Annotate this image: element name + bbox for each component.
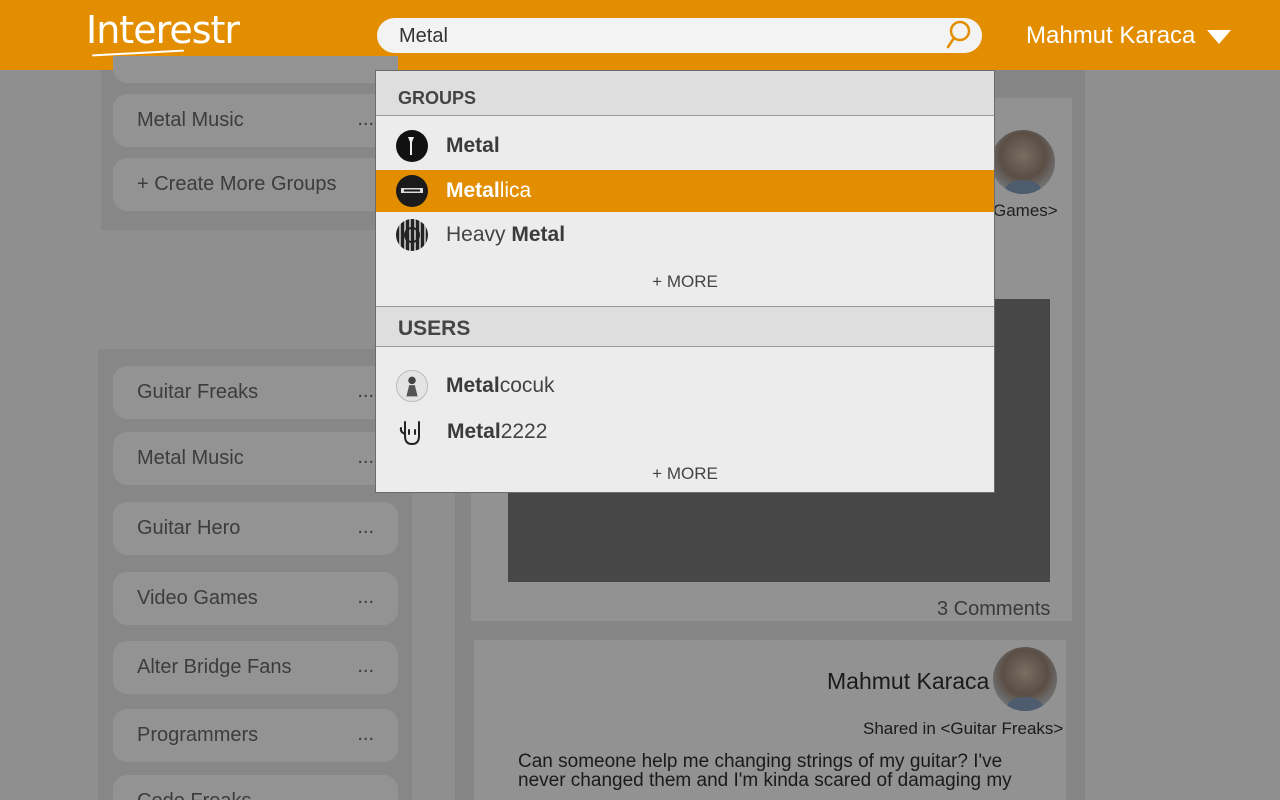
group-item-cut-top[interactable] [113,56,398,83]
group-item[interactable]: Video Games ... [113,572,398,625]
result-label: Metal2222 [447,420,548,443]
result-user-metalcocuk[interactable]: Metalcocuk [376,365,994,407]
group-options-icon[interactable]: ... [357,108,374,131]
group-item[interactable]: Guitar Freaks ... [113,366,398,419]
result-group-heavy-metal[interactable]: Heavy Metal [376,214,994,256]
group-options-icon[interactable]: ... [357,655,374,678]
group-item[interactable]: Programmers ... [113,709,398,762]
metallica-logo-icon [396,175,428,207]
groups-more-link[interactable]: + MORE [376,272,994,292]
create-groups-button[interactable]: + Create More Groups [113,158,398,211]
groups-section-header: GROUPS [376,71,994,116]
group-item-label: Metal Music [137,447,244,469]
result-user-metal2222[interactable]: Metal2222 [376,411,994,453]
group-item-metal-music[interactable]: Metal Music ... [113,94,398,147]
result-label: Metallica [446,179,532,202]
app-logo[interactable]: Interestr [86,8,240,52]
metal-group-icon [396,130,428,162]
metalcocuk-avatar-icon [396,370,428,402]
result-group-metal[interactable]: Metal [376,125,994,167]
group-item-label: Guitar Hero [137,517,241,539]
heavy-metal-icon [396,219,428,251]
user-menu-caret-icon[interactable] [1207,30,1231,44]
group-item[interactable]: Alter Bridge Fans ... [113,641,398,694]
users-more-link[interactable]: + MORE [376,464,994,484]
users-heading: USERS [398,317,471,340]
search-box[interactable] [377,18,982,53]
create-groups-label: + Create More Groups [137,173,337,195]
groups-heading: GROUPS [398,88,477,108]
shared-in-link[interactable]: Shared in <Guitar Freaks> [863,719,1063,739]
avatar[interactable] [991,130,1055,194]
group-options-icon[interactable]: ... [357,516,374,539]
group-item-label: Code Freaks [137,790,252,800]
rock-hand-icon [399,421,420,445]
user-name[interactable]: Mahmut Karaca [1026,22,1195,50]
post-author[interactable]: Mahmut Karaca [827,668,989,695]
group-item[interactable]: Code Freaks [113,775,398,800]
group-item-label: Video Games [137,587,258,609]
group-item-label: Alter Bridge Fans [137,656,292,678]
shared-in-link[interactable]: Games> [993,201,1058,221]
result-label: Metal [446,134,500,157]
group-options-icon[interactable]: ... [357,586,374,609]
group-options-icon[interactable]: ... [357,723,374,746]
search-input[interactable] [399,23,939,49]
post-text: Can someone help me changing strings of … [518,751,1012,791]
group-item-label: Metal Music [137,109,244,131]
group-item[interactable]: Metal Music ... [113,432,398,485]
group-item-label: Programmers [137,724,259,746]
search-results-dropdown: GROUPS Metal Metallica Heavy Metal + MOR… [375,70,995,493]
search-icon[interactable] [946,20,972,50]
avatar[interactable] [993,647,1057,711]
result-label: Heavy Metal [446,223,566,246]
group-item-label: Guitar Freaks [137,381,259,403]
result-label: Metalcocuk [446,374,555,397]
result-group-metallica[interactable]: Metallica [376,170,994,212]
users-section-header: USERS [376,306,994,347]
group-item[interactable]: Guitar Hero ... [113,502,398,555]
group-options-icon[interactable]: ... [357,446,374,469]
group-options-icon[interactable]: ... [357,380,374,403]
comments-link[interactable]: 3 Comments [937,598,1050,621]
